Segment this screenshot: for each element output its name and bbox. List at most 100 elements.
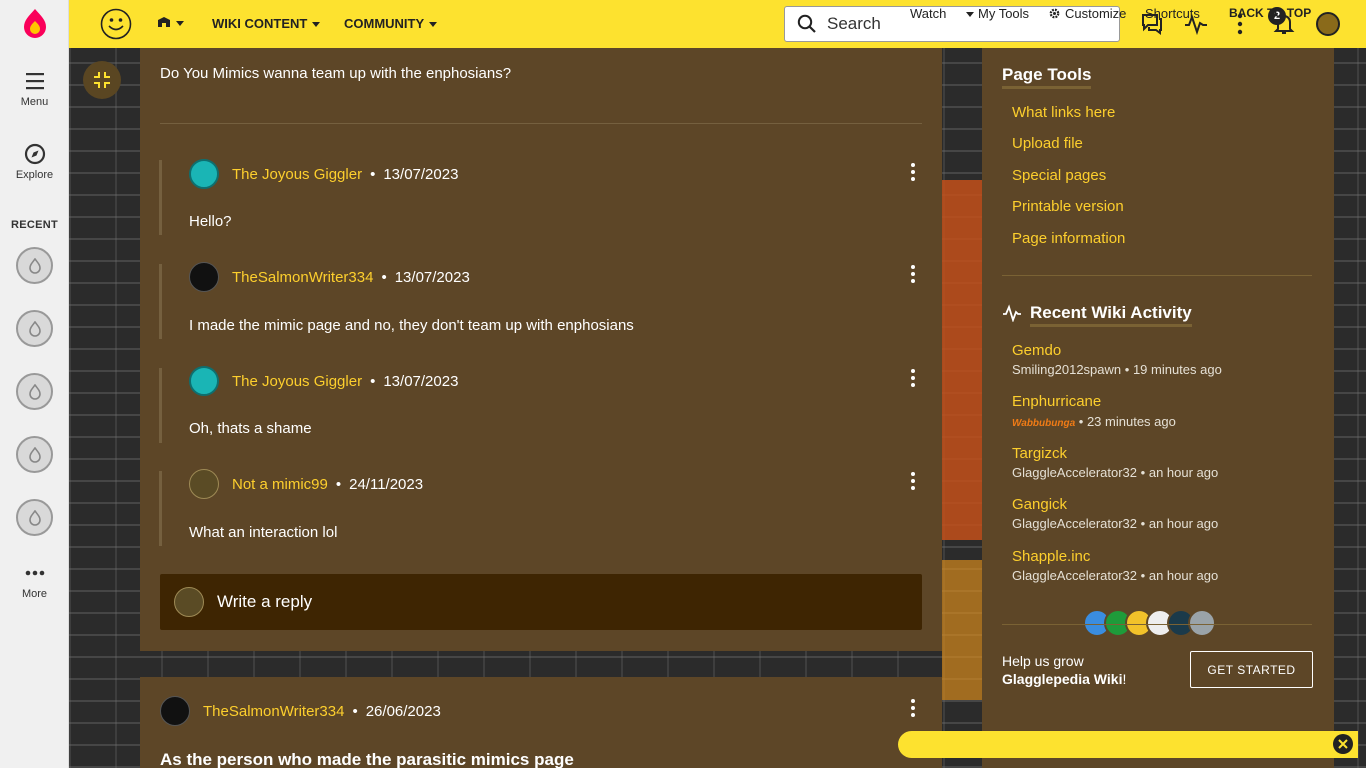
global-navigation: Menu Explore RECENT More: [0, 0, 69, 768]
wiki-content-label: WIKI CONTENT: [212, 16, 308, 31]
collapse-icon: [94, 72, 110, 88]
fandom-logo-icon[interactable]: [20, 8, 50, 40]
discussion-panel: [140, 48, 942, 651]
reply-more-options-icon[interactable]: [911, 369, 915, 387]
reply-text: What an interaction lol: [189, 524, 338, 541]
wiki-content-menu[interactable]: WIKI CONTENT: [212, 16, 321, 31]
reply-author-link[interactable]: The Joyous Giggler: [232, 373, 362, 390]
recent-wiki-2[interactable]: [16, 310, 53, 347]
fandom-flame-icon: [28, 509, 41, 526]
grow-suffix: !: [1122, 671, 1127, 687]
watch-button[interactable]: Watch: [910, 6, 946, 21]
menu-button[interactable]: Menu: [0, 70, 69, 108]
post-date: 26/06/2023: [365, 702, 441, 720]
page-tool-link[interactable]: Special pages: [1012, 167, 1106, 184]
reply-text: I made the mimic page and no, they don't…: [189, 317, 634, 334]
recent-activity-heading: Recent Wiki Activity: [1030, 303, 1192, 327]
fandom-flame-icon: [28, 257, 41, 274]
recent-wiki-3[interactable]: [16, 373, 53, 410]
activity-page-link[interactable]: Targizck: [1012, 445, 1067, 462]
get-started-button[interactable]: GET STARTED: [1190, 651, 1313, 688]
community-label: COMMUNITY: [344, 16, 425, 31]
reply-more-options-icon[interactable]: [911, 472, 915, 490]
post-author-link[interactable]: TheSalmonWriter334: [203, 703, 344, 720]
separator: •: [335, 475, 342, 493]
close-toolbar-button[interactable]: [1333, 734, 1353, 754]
activity-page-link[interactable]: Gangick: [1012, 496, 1067, 513]
compass-icon: [24, 143, 45, 165]
search-icon: [797, 14, 816, 33]
post-more-options-icon[interactable]: [911, 699, 915, 717]
activity-page-link[interactable]: Shapple.inc: [1012, 548, 1090, 565]
fandom-flame-icon: [28, 320, 41, 337]
activity-time: an hour ago: [1148, 465, 1219, 480]
reply-more-options-icon[interactable]: [911, 163, 915, 181]
activity-time: an hour ago: [1148, 516, 1219, 531]
avatar[interactable]: [160, 696, 190, 726]
reply-header: TheSalmonWriter334 • 13/07/2023: [189, 262, 470, 292]
separator: •: [1078, 414, 1084, 429]
activity-icon: [1003, 304, 1021, 322]
page-tool-link[interactable]: Upload file: [1012, 135, 1083, 152]
activity-meta: Wabbubunga • 23 minutes ago: [1012, 414, 1176, 429]
thread-opening-text: Do You Mimics wanna team up with the enp…: [160, 65, 512, 82]
activity-user-link[interactable]: GlaggleAccelerator32: [1012, 568, 1137, 583]
shortcuts-label: Shortcuts: [1145, 6, 1200, 21]
back-to-top-button[interactable]: BACK TO TOP: [1229, 6, 1311, 20]
write-reply-box[interactable]: Write a reply: [160, 574, 922, 630]
activity-meta: GlaggleAccelerator32 • an hour ago: [1012, 568, 1218, 583]
wiki-logo-smiley-icon[interactable]: [100, 8, 132, 40]
activity-page-link[interactable]: Gemdo: [1012, 342, 1061, 359]
avatar[interactable]: [189, 366, 219, 396]
chevron-down-icon: [312, 22, 321, 27]
collapse-button[interactable]: [83, 61, 121, 99]
avatar[interactable]: [1188, 609, 1216, 637]
page-tool-link[interactable]: Page information: [1012, 230, 1125, 247]
avatar[interactable]: [189, 159, 219, 189]
activity-user-link[interactable]: GlaggleAccelerator32: [1012, 516, 1137, 531]
divider: [1002, 275, 1312, 276]
user-avatar[interactable]: [1316, 12, 1340, 36]
activity-user-link[interactable]: Smiling2012spawn: [1012, 362, 1121, 377]
reply-indent-rail: [159, 368, 162, 443]
community-menu[interactable]: COMMUNITY: [344, 16, 438, 31]
my-tools-button[interactable]: My Tools: [966, 6, 1029, 21]
recent-wiki-1[interactable]: [16, 247, 53, 284]
page-tools-heading: Page Tools: [1002, 65, 1092, 89]
wiki-home-icon: [158, 17, 170, 27]
separator: •: [1140, 465, 1146, 480]
reply-indent-rail: [159, 471, 162, 546]
page-tool-link[interactable]: What links here: [1012, 104, 1115, 121]
reply-author-link[interactable]: TheSalmonWriter334: [232, 269, 373, 286]
chevron-down-icon: [429, 22, 438, 27]
fandom-flame-icon: [28, 383, 41, 400]
customize-button[interactable]: Customize: [1048, 6, 1126, 21]
recent-wiki-5[interactable]: [16, 499, 53, 536]
shortcuts-button[interactable]: Shortcuts: [1145, 6, 1200, 21]
page-tool-link[interactable]: Printable version: [1012, 198, 1124, 215]
separator: •: [370, 372, 376, 390]
reply-indent-rail: [159, 264, 162, 339]
avatar[interactable]: [189, 262, 219, 292]
write-reply-placeholder: Write a reply: [217, 592, 313, 611]
reply-more-options-icon[interactable]: [911, 265, 915, 283]
recent-wiki-4[interactable]: [16, 436, 53, 473]
menu-label: Menu: [20, 96, 49, 108]
reply-header: Not a mimic99 • 24/11/2023: [189, 469, 423, 499]
activity-user-link[interactable]: Wabbubunga: [1012, 418, 1075, 429]
post-title[interactable]: As the person who made the parasitic mim…: [160, 750, 574, 768]
bottom-toolbar: [898, 731, 1358, 758]
activity-page-link[interactable]: Enphurricane: [1012, 393, 1101, 410]
explore-button[interactable]: Explore: [0, 143, 69, 181]
reply-author-link[interactable]: The Joyous Giggler: [232, 166, 362, 183]
more-button[interactable]: More: [0, 562, 69, 600]
reply-indent-rail: [159, 160, 162, 235]
separator: •: [1124, 362, 1130, 377]
reply-author-link[interactable]: Not a mimic99: [232, 476, 328, 493]
more-dots-icon: [25, 570, 44, 576]
activity-user-link[interactable]: GlaggleAccelerator32: [1012, 465, 1137, 480]
explore-label: Explore: [15, 169, 54, 181]
avatar[interactable]: [189, 469, 219, 499]
wiki-home-menu[interactable]: [157, 16, 184, 28]
activity-time: an hour ago: [1148, 568, 1219, 583]
